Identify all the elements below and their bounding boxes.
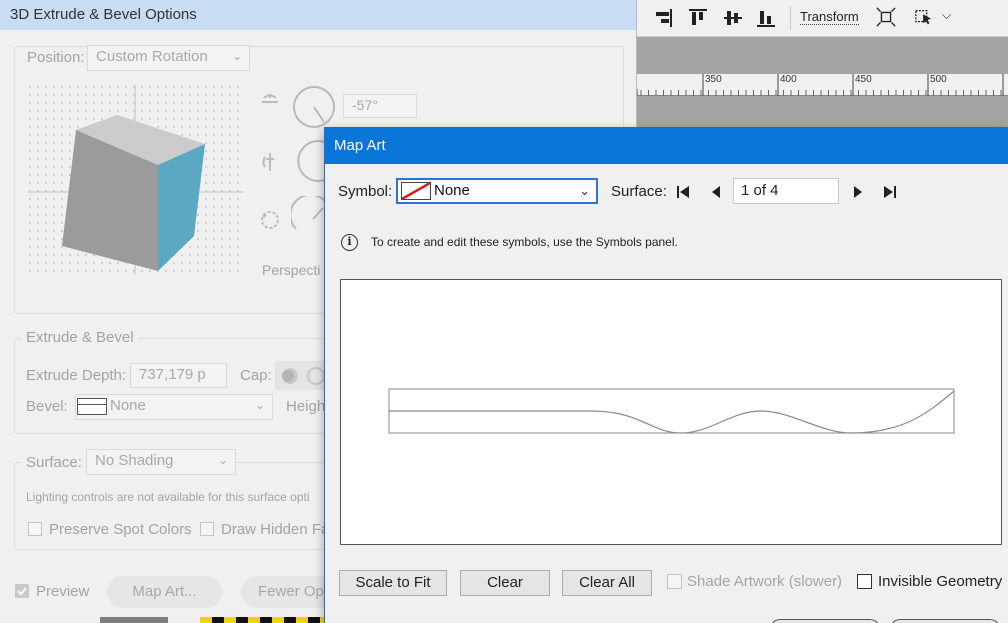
preview-label: Preview bbox=[36, 583, 90, 600]
shade-artwork-checkbox[interactable] bbox=[667, 574, 682, 589]
shade-artwork-label: Shade Artwork (slower) bbox=[687, 573, 843, 590]
extrude-depth-label: Extrude Depth: bbox=[26, 367, 127, 384]
clear-button[interactable]: Clear bbox=[460, 570, 550, 596]
rotation-cube-track[interactable] bbox=[28, 85, 243, 275]
previous-surface-icon[interactable] bbox=[708, 184, 724, 200]
ruler-ticks bbox=[637, 74, 1004, 96]
info-text: To create and edit these symbols, use th… bbox=[371, 235, 678, 249]
cap-on-icon bbox=[282, 368, 298, 384]
rotate-x-dial[interactable] bbox=[291, 84, 337, 130]
align-right-icon[interactable] bbox=[653, 8, 673, 28]
ruler-label: 350 bbox=[705, 74, 722, 85]
surface-label: Surface: bbox=[22, 454, 86, 471]
bevel-value: None bbox=[110, 397, 146, 414]
lighting-note: Lighting controls are not available for … bbox=[26, 490, 310, 504]
chevron-down-icon: ⌄ bbox=[254, 398, 265, 412]
ruler-label: 500 bbox=[930, 74, 947, 85]
align-vertical-center-icon[interactable] bbox=[723, 8, 743, 28]
cap-off-icon bbox=[307, 367, 325, 385]
align-bottom-icon[interactable] bbox=[756, 8, 776, 28]
bevel-label: Bevel: bbox=[26, 398, 68, 415]
artboard-canvas-top bbox=[637, 37, 1008, 74]
horizontal-ruler: 350 400 450 500 bbox=[637, 74, 1008, 96]
align-top-icon[interactable] bbox=[688, 8, 708, 28]
rotate-y-axis-icon bbox=[262, 153, 274, 171]
first-surface-icon[interactable] bbox=[675, 184, 691, 200]
extrude-bevel-group-label: Extrude & Bevel bbox=[22, 329, 138, 346]
chevron-down-icon[interactable]: ⌵ bbox=[942, 8, 951, 23]
hazard-stripe bbox=[200, 617, 324, 623]
toolbar-separator bbox=[790, 6, 791, 30]
ok-button[interactable] bbox=[770, 619, 880, 623]
rotate-x-axis-icon bbox=[262, 94, 278, 103]
position-select[interactable]: Custom Rotation ⌄ bbox=[87, 45, 250, 71]
last-surface-icon[interactable] bbox=[882, 184, 898, 200]
surface-label: Surface: bbox=[611, 183, 667, 200]
dialog-title: 3D Extrude & Bevel Options bbox=[0, 0, 636, 30]
surface-value: No Shading bbox=[95, 452, 174, 469]
info-icon: i bbox=[341, 234, 358, 251]
cap-toggle[interactable] bbox=[275, 361, 325, 390]
isolate-object-icon[interactable] bbox=[914, 7, 934, 27]
chevron-down-icon: ⌄ bbox=[579, 183, 590, 198]
symbol-select[interactable]: None ⌄ bbox=[396, 178, 598, 204]
preview-checkbox[interactable] bbox=[15, 584, 29, 598]
next-surface-icon[interactable] bbox=[850, 184, 866, 200]
bevel-swatch bbox=[77, 398, 107, 415]
scale-to-fit-button[interactable]: Scale to Fit bbox=[339, 570, 447, 596]
symbol-label: Symbol: bbox=[338, 183, 393, 200]
chevron-down-icon: ⌄ bbox=[217, 453, 228, 467]
draw-hidden-faces-checkbox[interactable] bbox=[200, 522, 214, 536]
artboard-canvas bbox=[637, 96, 1008, 128]
symbol-value: None bbox=[434, 182, 470, 199]
rotation-cube[interactable] bbox=[28, 85, 243, 275]
background-strip bbox=[100, 617, 168, 623]
ruler-label: 450 bbox=[855, 74, 872, 85]
map-art-button[interactable]: Map Art... bbox=[107, 576, 222, 608]
clear-all-button[interactable]: Clear All bbox=[562, 570, 652, 596]
surface-preview[interactable] bbox=[340, 279, 1002, 545]
height-label: Heigh bbox=[286, 398, 326, 415]
surface-select[interactable]: No Shading ⌄ bbox=[86, 449, 236, 475]
preserve-spot-colors-label: Preserve Spot Colors bbox=[49, 521, 192, 538]
invisible-geometry-checkbox[interactable] bbox=[857, 574, 872, 589]
map-art-dialog: Map Art Symbol: None ⌄ Surface: 1 of 4 i… bbox=[324, 127, 1008, 623]
position-value: Custom Rotation bbox=[96, 48, 208, 65]
surface-page-input[interactable]: 1 of 4 bbox=[733, 178, 839, 204]
none-swatch-icon bbox=[401, 182, 431, 200]
dialog-title: Map Art bbox=[325, 127, 1008, 164]
rotate-z-axis-icon bbox=[261, 211, 279, 229]
ruler-label: 400 bbox=[780, 74, 797, 85]
cap-label: Cap: bbox=[240, 367, 272, 384]
draw-hidden-faces-label: Draw Hidden Fa bbox=[221, 521, 330, 538]
rotate-z-dial[interactable] bbox=[291, 196, 327, 242]
extrude-depth-input[interactable]: 737,179 p bbox=[130, 363, 227, 388]
cancel-button[interactable] bbox=[890, 619, 1000, 623]
rotate-x-input[interactable]: -57° bbox=[343, 94, 417, 118]
preserve-spot-colors-checkbox[interactable] bbox=[28, 522, 42, 536]
transform-each-icon[interactable] bbox=[876, 7, 896, 27]
chevron-down-icon: ⌄ bbox=[231, 49, 242, 63]
checkmark-icon bbox=[17, 587, 27, 596]
transform-link[interactable]: Transform bbox=[800, 10, 859, 25]
surface-outline bbox=[388, 388, 955, 434]
bevel-select[interactable]: None ⌄ bbox=[75, 394, 273, 420]
position-label: Position: bbox=[24, 49, 88, 66]
invisible-geometry-label: Invisible Geometry bbox=[878, 573, 1003, 590]
perspective-label: Perspecti bbox=[262, 262, 321, 278]
